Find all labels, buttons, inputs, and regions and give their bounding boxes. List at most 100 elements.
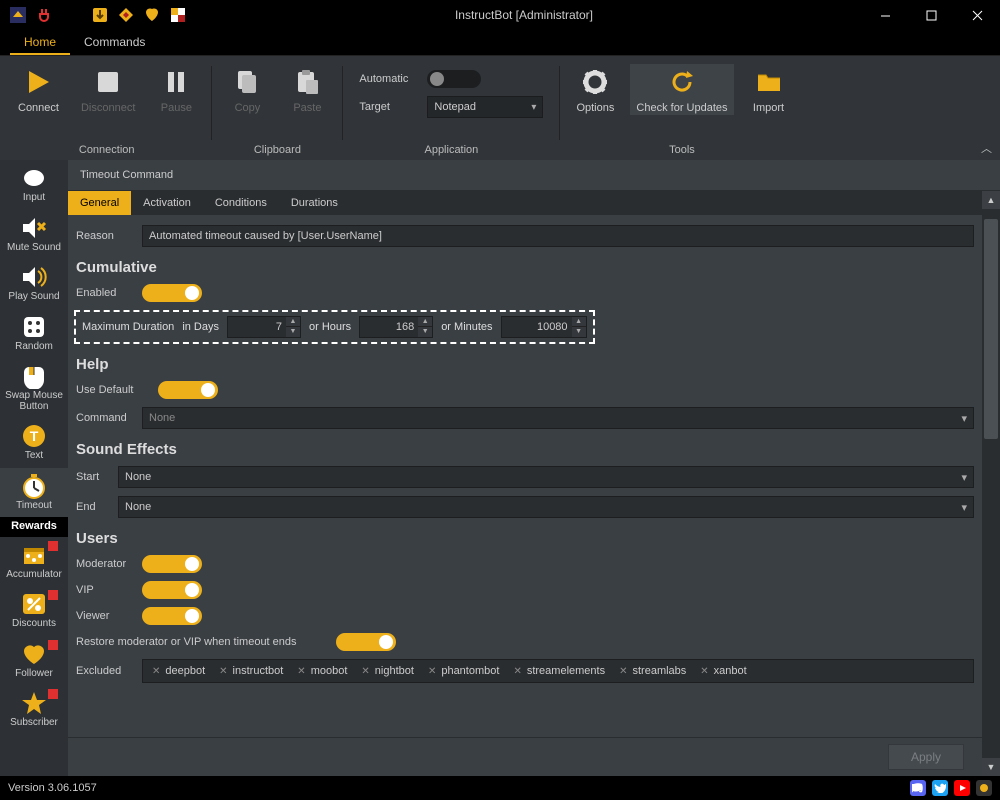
app-icon: [10, 7, 26, 23]
excluded-label: Excluded: [76, 665, 132, 677]
excluded-chip[interactable]: ✕xanbot: [696, 664, 750, 678]
remove-chip-icon[interactable]: ✕: [428, 666, 436, 677]
scroll-up-icon[interactable]: ▲: [982, 191, 1000, 209]
remove-chip-icon[interactable]: ✕: [361, 666, 369, 677]
vip-label: VIP: [76, 584, 132, 596]
excluded-chip[interactable]: ✕streamelements: [509, 664, 609, 678]
maximize-button[interactable]: [908, 0, 954, 30]
mute-icon: [20, 215, 48, 241]
disconnect-button[interactable]: Disconnect: [75, 64, 141, 115]
remove-chip-icon[interactable]: ✕: [297, 666, 305, 677]
scroll-down-icon[interactable]: ▼: [982, 758, 1000, 776]
reason-input[interactable]: [142, 225, 974, 247]
remove-chip-icon[interactable]: ✕: [700, 666, 708, 677]
sidebar-item-text[interactable]: T Text: [0, 418, 68, 468]
twitter-icon[interactable]: [932, 780, 948, 796]
qa-icon-4[interactable]: [170, 7, 186, 23]
remove-chip-icon[interactable]: ✕: [619, 666, 627, 677]
tab-commands[interactable]: Commands: [70, 30, 159, 55]
sidebar-item-timeout[interactable]: Timeout: [0, 468, 68, 518]
options-button[interactable]: Options: [570, 64, 620, 115]
remove-chip-icon[interactable]: ✕: [513, 666, 521, 677]
check-updates-button[interactable]: Check for Updates: [630, 64, 733, 115]
qa-icon-2[interactable]: [118, 7, 134, 23]
excluded-chip[interactable]: ✕phantombot: [424, 664, 504, 678]
cumulative-enabled-toggle[interactable]: [142, 284, 202, 302]
version-label: Version 3.06.1057: [8, 782, 97, 794]
chevron-down-icon: ▾: [961, 412, 967, 425]
sidebar-item-discounts[interactable]: Discounts: [0, 586, 68, 636]
gear-icon: [581, 68, 609, 96]
sidebar-item-follower[interactable]: Follower: [0, 636, 68, 686]
target-combo[interactable]: Notepad▾: [427, 96, 543, 118]
subtab-general[interactable]: General: [68, 191, 131, 215]
scroll-thumb[interactable]: [984, 219, 998, 439]
viewer-label: Viewer: [76, 610, 132, 622]
excluded-chip[interactable]: ✕streamlabs: [615, 664, 690, 678]
excluded-chip[interactable]: ✕deepbot: [148, 664, 209, 678]
mouse-icon: [20, 363, 48, 389]
minutes-spinner[interactable]: ▲▼: [501, 316, 587, 338]
end-sound-select[interactable]: None▾: [118, 496, 974, 518]
restore-label: Restore moderator or VIP when timeout en…: [76, 636, 326, 648]
restore-toggle[interactable]: [336, 633, 396, 651]
sidebar-item-mute-sound[interactable]: Mute Sound: [0, 210, 68, 260]
folder-icon: [755, 68, 783, 96]
ribbon-collapse-button[interactable]: ︿: [981, 140, 992, 156]
import-button[interactable]: Import: [744, 64, 794, 115]
excluded-chip[interactable]: ✕nightbot: [357, 664, 418, 678]
subtab-durations[interactable]: Durations: [279, 191, 350, 215]
vertical-scrollbar[interactable]: ▲ ▼: [982, 191, 1000, 776]
end-label: End: [76, 501, 108, 513]
excluded-chip[interactable]: ✕instructbot: [215, 664, 287, 678]
target-label: Target: [359, 101, 417, 113]
dice-icon: [20, 314, 48, 340]
pause-button[interactable]: Pause: [151, 64, 201, 115]
notification-badge: [48, 640, 58, 650]
subtab-activation[interactable]: Activation: [131, 191, 203, 215]
discord-icon[interactable]: [910, 780, 926, 796]
sidebar-item-accumulator[interactable]: Accumulator: [0, 537, 68, 587]
vip-toggle[interactable]: [142, 581, 202, 599]
sidebar-item-random[interactable]: Random: [0, 309, 68, 359]
sidebar-item-swap-mouse[interactable]: Swap Mouse Button: [0, 358, 68, 418]
automatic-label: Automatic: [359, 73, 417, 85]
minimize-button[interactable]: [862, 0, 908, 30]
use-default-toggle[interactable]: [158, 381, 218, 399]
remove-chip-icon[interactable]: ✕: [219, 666, 227, 677]
sidebar-item-subscriber[interactable]: Subscriber: [0, 685, 68, 735]
qa-icon-1[interactable]: [92, 7, 108, 23]
automatic-toggle[interactable]: [427, 70, 481, 88]
ribbon-group-label: Clipboard: [220, 141, 334, 160]
command-select[interactable]: None▾: [142, 407, 974, 429]
ribbon: Connect Disconnect Pause Connection Copy…: [0, 56, 1000, 160]
paste-button[interactable]: Paste: [282, 64, 332, 115]
viewer-toggle[interactable]: [142, 607, 202, 625]
copy-button[interactable]: Copy: [222, 64, 272, 115]
excluded-chip[interactable]: ✕moobot: [293, 664, 351, 678]
status-icon[interactable]: [976, 780, 992, 796]
tab-home[interactable]: Home: [10, 30, 70, 55]
use-default-label: Use Default: [76, 384, 148, 396]
remove-chip-icon[interactable]: ✕: [152, 666, 160, 677]
moderator-toggle[interactable]: [142, 555, 202, 573]
content-header: Timeout Command: [68, 160, 1000, 191]
connect-button[interactable]: Connect: [12, 64, 65, 115]
section-cumulative: Cumulative: [74, 251, 976, 280]
input-icon: [20, 165, 48, 191]
close-button[interactable]: [954, 0, 1000, 30]
enabled-label: Enabled: [76, 287, 132, 299]
excluded-chips[interactable]: ✕deepbot ✕instructbot ✕moobot ✕nightbot ✕pha…: [142, 659, 974, 683]
days-spinner[interactable]: ▲▼: [227, 316, 301, 338]
hours-spinner[interactable]: ▲▼: [359, 316, 433, 338]
copy-icon: [233, 68, 261, 96]
plug-icon: [36, 7, 52, 23]
subtab-conditions[interactable]: Conditions: [203, 191, 279, 215]
start-sound-select[interactable]: None▾: [118, 466, 974, 488]
text-icon: T: [20, 423, 48, 449]
sidebar-item-play-sound[interactable]: Play Sound: [0, 259, 68, 309]
youtube-icon[interactable]: [954, 780, 970, 796]
qa-icon-3[interactable]: [144, 7, 160, 23]
apply-button[interactable]: Apply: [888, 744, 964, 770]
sidebar-item-input[interactable]: Input: [0, 160, 68, 210]
